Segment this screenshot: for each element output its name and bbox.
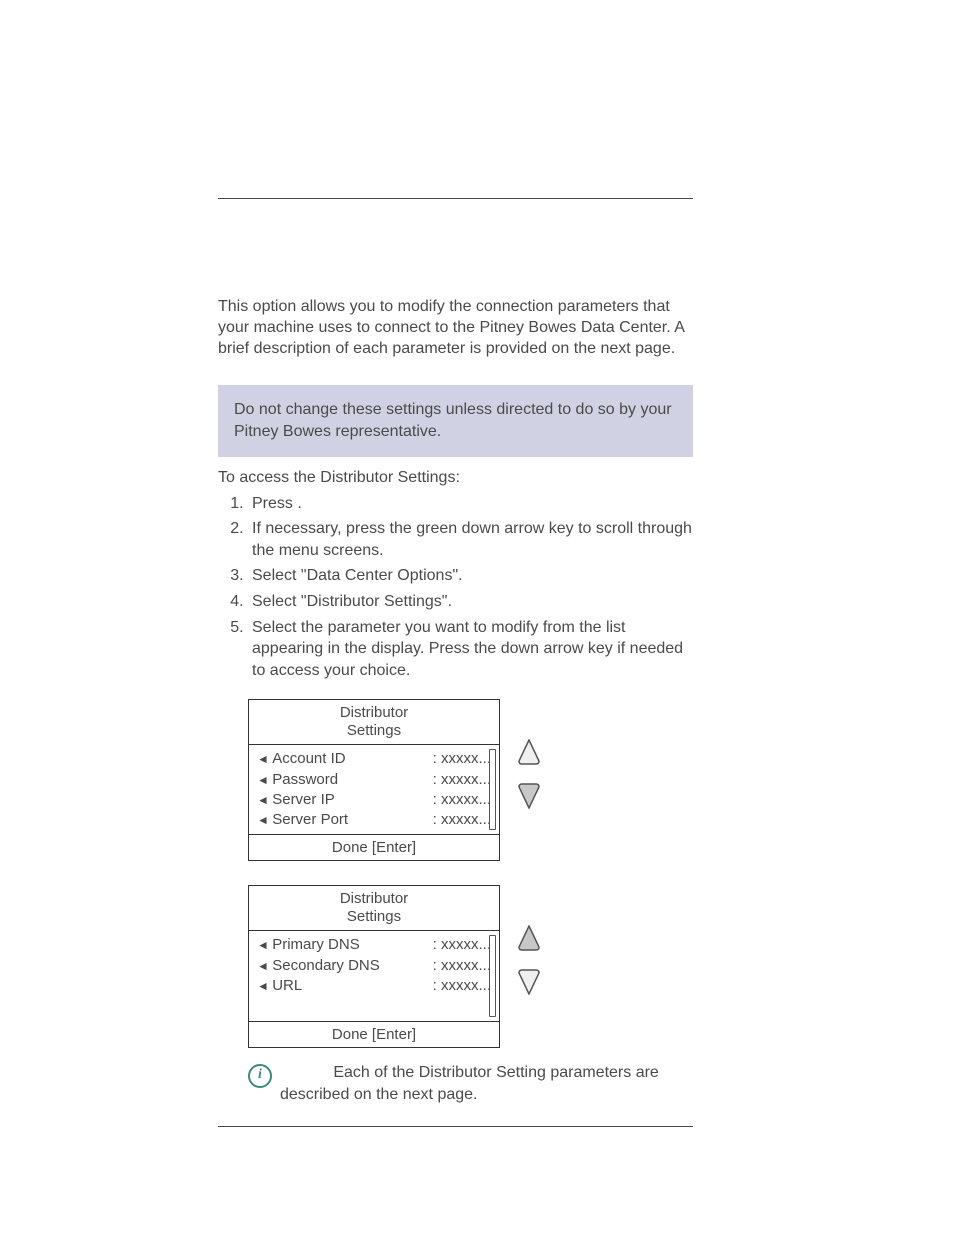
row-label: URL (257, 976, 302, 996)
content-area: This option allows you to modify the con… (218, 198, 693, 1127)
steps-list: Press . If necessary, press the green do… (218, 493, 693, 682)
arrow-down-icon (518, 969, 540, 995)
screen-row: Account ID : xxxxx... (257, 749, 491, 769)
scrollbar (489, 749, 496, 830)
bottom-rule (218, 1126, 693, 1127)
row-value: : xxxxx... (433, 956, 491, 976)
document-page: This option allows you to modify the con… (0, 0, 954, 1235)
screen-row: Server IP : xxxxx... (257, 790, 491, 810)
arrow-buttons (518, 739, 540, 809)
screen-title-line1: Distributor (340, 704, 408, 721)
scrollbar (489, 935, 496, 1017)
step-item: Select "Data Center Options". (248, 565, 693, 587)
screen-footer: Done [Enter] (249, 1022, 499, 1047)
note-body: Each of the Distributor Setting paramete… (280, 1064, 659, 1103)
step-item: If necessary, press the green down arrow… (248, 518, 693, 561)
top-rule (218, 198, 693, 199)
row-label: Server Port (257, 810, 348, 830)
info-note: i NOTE: Each of the Distributor Setting … (248, 1062, 693, 1105)
row-value: : xxxxx... (433, 976, 491, 996)
step-item: Select "Distributor Settings". (248, 591, 693, 613)
arrow-down-icon (518, 783, 540, 809)
row-label: Secondary DNS (257, 956, 380, 976)
screen-title: Distributor Settings (249, 886, 499, 931)
screen-rows: Account ID: xxxxx... Password: xxxxx... … (249, 745, 499, 835)
step-item: Press . (248, 493, 693, 515)
arrow-buttons (518, 925, 540, 995)
screen-row: Server Port : xxxxx... (257, 810, 491, 830)
row-value: : xxxxx... (433, 810, 491, 830)
screen-footer: Done [Enter] (249, 835, 499, 860)
distributor-screen-2: Distributor Settings Primary DNS : xxxxx.… (248, 885, 500, 1048)
distributor-screen-1: Distributor Settings Account ID : xxxxx..… (248, 699, 500, 861)
arrow-up-icon (518, 925, 540, 951)
row-label: Primary DNS (257, 935, 360, 955)
screen-title-line2: Settings (347, 722, 401, 739)
row-label: Password (257, 770, 338, 790)
row-label: Account ID (257, 749, 346, 769)
row-value: : xxxxx... (433, 935, 491, 955)
screen-row: URL : xxxxx... (257, 976, 491, 996)
intro-paragraph: This option allows you to modify the con… (218, 297, 693, 359)
screen-wrap-1: Distributor Settings Account ID : xxxxx..… (218, 699, 693, 861)
access-heading: To access the Distributor Settings: (218, 469, 693, 487)
row-label: Server IP (257, 790, 335, 810)
screen-rows: Primary DNS : xxxxx... Secondary DNS : xxx… (249, 931, 499, 1022)
warning-note: Do not change these settings unless dire… (218, 385, 693, 456)
screen-title: Distributor Settings (249, 700, 499, 745)
screen-row: Password : xxxxx... (257, 770, 491, 790)
screen-row: Secondary DNS : xxxxx... (257, 956, 491, 976)
info-note-text: NOTE: Each of the Distributor Setting pa… (280, 1062, 693, 1105)
screen-title-line1: Distributor (340, 890, 408, 907)
row-value: : xxxxx... (433, 790, 491, 810)
info-icon: i (248, 1064, 272, 1088)
screen-row: Primary DNS : xxxxx... (257, 935, 491, 955)
screen-title-line2: Settings (347, 908, 401, 925)
step-item: Select the parameter you want to modify … (248, 617, 693, 682)
arrow-up-icon (518, 739, 540, 765)
row-value: : xxxxx... (433, 749, 491, 769)
row-value: : xxxxx... (433, 770, 491, 790)
screen-wrap-2: Distributor Settings Primary DNS : xxxxx.… (218, 885, 693, 1048)
